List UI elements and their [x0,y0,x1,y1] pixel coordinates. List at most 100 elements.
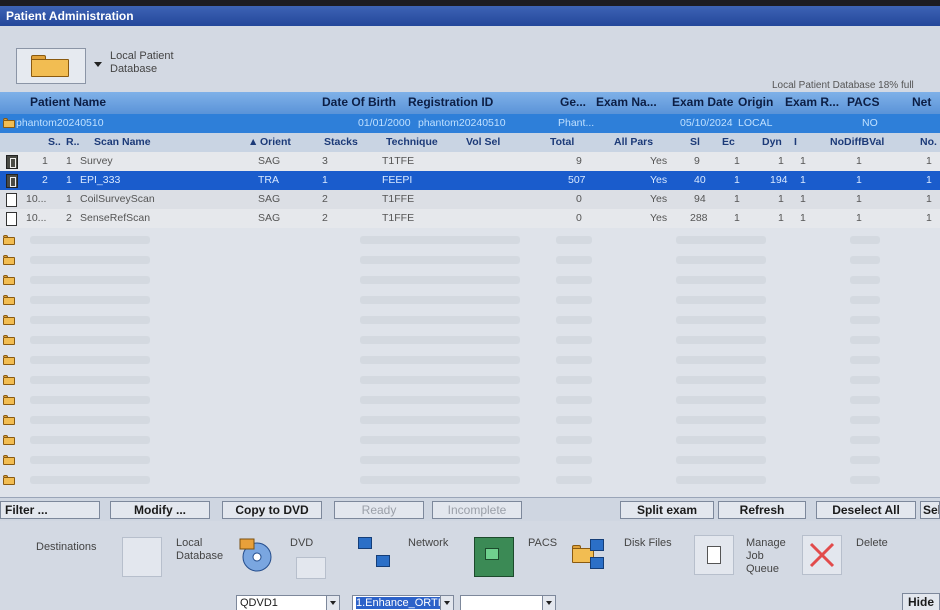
disk-files-destination[interactable] [572,539,610,577]
col-date-of-birth[interactable]: Date Of Birth [322,95,396,109]
delete-label: Delete [856,537,888,549]
col-total[interactable]: Total [550,136,574,148]
col-origin[interactable]: Origin [738,95,773,109]
copy-to-dvd-button[interactable]: Copy to DVD [222,501,322,519]
incomplete-button[interactable]: Incomplete [432,501,522,519]
blurred-text [850,336,880,344]
manage-job-queue-button[interactable] [694,535,734,575]
dvd-device-select[interactable]: QDVD1 [236,595,340,610]
scan-row-selected[interactable]: 2 1 EPI_333 TRA 1 FEEPI 507 Yes 40 1 194… [0,171,940,190]
hide-button[interactable]: Hide [902,593,940,610]
patient-row-unreadable[interactable] [0,250,940,270]
modify-button[interactable]: Modify ... [110,501,210,519]
network-node-value: 1.Enhance_ORTI [356,597,441,609]
patient-row[interactable]: phantom20240510 01/01/2000 phantom202405… [0,114,940,133]
scan-nodiff: 1 [856,155,862,167]
patient-row-unreadable[interactable] [0,230,940,250]
dvd-eject-button[interactable] [296,557,326,579]
blurred-text [556,456,592,464]
blurred-text [850,436,880,444]
col-net[interactable]: Net [912,95,931,109]
patient-name: phantom20240510 [16,117,104,129]
patient-row-unreadable[interactable] [0,350,940,370]
col-nodiffbval[interactable]: NoDiffBVal [830,136,884,148]
col-technique[interactable]: Technique [386,136,438,148]
blurred-text [850,476,880,484]
col-s[interactable]: S.. [48,136,61,148]
col-r[interactable]: R.. [66,136,79,148]
col-exam-date[interactable]: Exam Date [672,95,733,109]
split-exam-button[interactable]: Split exam [620,501,714,519]
scan-stacks: 1 [322,174,328,186]
scan-nodiff: 1 [856,212,862,224]
col-exam-name[interactable]: Exam Na... [596,95,657,109]
patient-row-unreadable[interactable] [0,390,940,410]
blurred-text [30,436,150,444]
patient-row-unreadable[interactable] [0,270,940,290]
patient-row-unreadable[interactable] [0,450,940,470]
col-orient[interactable]: Orient [260,136,291,148]
refresh-button[interactable]: Refresh [718,501,806,519]
col-dyn[interactable]: Dyn [762,136,782,148]
blurred-text [360,416,520,424]
patient-row-unreadable[interactable] [0,410,940,430]
filter-button[interactable]: Filter ... [0,501,100,519]
chevron-down-icon[interactable] [94,62,102,67]
col-ec[interactable]: Ec [722,136,735,148]
col-gender[interactable]: Ge... [560,95,586,109]
database-selector-button[interactable] [16,48,86,84]
col-vol-sel[interactable]: Vol Sel [466,136,500,148]
scan-stacks: 2 [322,193,328,205]
patient-origin: LOCAL [738,117,773,129]
patient-row-unreadable[interactable] [0,430,940,450]
col-patient-name[interactable]: Patient Name [30,95,106,109]
scan-total: 9 [576,155,582,167]
folder-icon [3,415,15,425]
folder-icon [3,455,15,465]
scan-sl: 9 [694,155,700,167]
patient-row-unreadable[interactable] [0,370,940,390]
blurred-text [30,376,150,384]
blurred-text [30,356,150,364]
patient-row-unreadable[interactable] [0,470,940,490]
blurred-text [556,356,592,364]
deselect-all-button[interactable]: Deselect All [816,501,916,519]
blurred-text [360,336,520,344]
dvd-destination[interactable] [238,537,276,575]
network-node-select[interactable]: 1.Enhance_ORTI [352,595,454,610]
scan-row[interactable]: 10... 1 CoilSurveyScan SAG 2 T1FFE 0 Yes… [0,190,940,209]
patient-row-unreadable[interactable] [0,290,940,310]
scan-row[interactable]: 10... 2 SenseRefScan SAG 2 T1FFE 0 Yes 2… [0,209,940,228]
sort-indicator-icon: ▲ [248,136,259,148]
col-sl[interactable]: Sl [690,136,700,148]
col-no[interactable]: No. [920,136,937,148]
scan-orient: SAG [258,155,281,167]
patient-row-unreadable[interactable] [0,310,940,330]
scan-row[interactable]: 1 1 Survey SAG 3 T1TFE 9 Yes 9 1 1 1 1 1 [0,152,940,171]
delete-button[interactable] [802,535,842,575]
database-selector-label: Local Patient Database [110,50,174,75]
scan-stacks: 3 [322,155,328,167]
select-all-button[interactable]: Selec [920,501,940,519]
patient-pacs: NO [862,117,878,129]
blurred-text [850,256,880,264]
scan-all-pars: Yes [650,155,668,167]
ready-button[interactable]: Ready [334,501,424,519]
blurred-text [556,376,592,384]
manage-job-queue-label: Manage Job Queue [746,537,786,575]
scan-dyn: 1 [778,193,784,205]
col-registration-id[interactable]: Registration ID [408,95,493,109]
pacs-select[interactable] [460,595,556,610]
col-stacks[interactable]: Stacks [324,136,358,148]
patient-row-unreadable[interactable] [0,330,940,350]
col-pacs[interactable]: PACS [847,95,879,109]
network-destination[interactable] [356,535,394,573]
pacs-destination[interactable] [474,537,514,577]
database-status: Local Patient Database 18% full [772,80,914,91]
local-database-destination[interactable] [122,537,162,577]
col-i[interactable]: I [794,136,797,148]
col-scan-name[interactable]: Scan Name [94,136,151,148]
col-all-pars[interactable]: All Pars [614,136,653,148]
col-exam-r[interactable]: Exam R... [785,95,839,109]
window-title: Patient Administration [0,6,940,26]
